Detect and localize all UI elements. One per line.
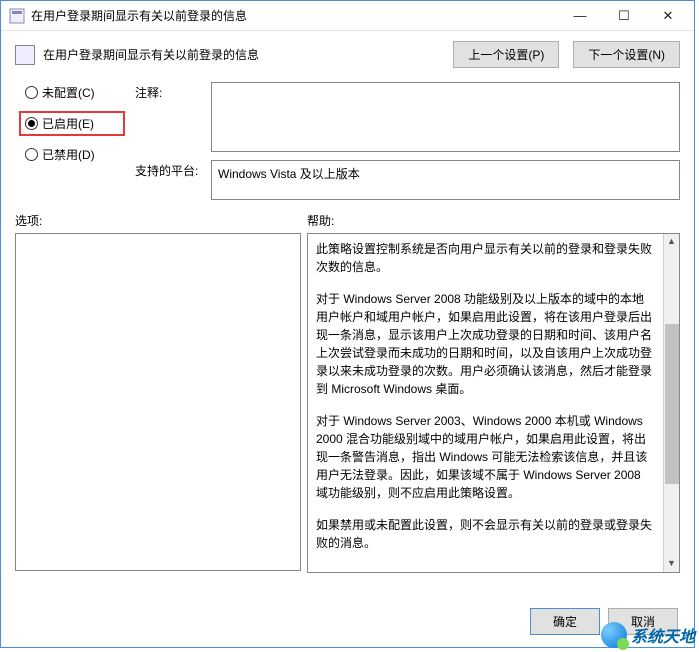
radio-not-configured[interactable]: 未配置(C) <box>25 84 125 101</box>
help-paragraph: 对于 Windows Server 2008 功能级别及以上版本的域中的本地用户… <box>316 290 653 398</box>
radio-icon <box>25 148 38 161</box>
comment-row: 注释: <box>135 82 680 152</box>
fields-column: 注释: 支持的平台: Windows Vista 及以上版本 <box>135 82 680 200</box>
help-paragraph: 此策略设置控制系统是否向用户显示有关以前的登录和登录失败次数的信息。 <box>316 240 653 276</box>
state-radio-group: 未配置(C) 已启用(E) 已禁用(D) <box>15 82 125 163</box>
help-paragraph: 如果禁用或未配置此设置，则不会显示有关以前的登录或登录失败的消息。 <box>316 516 653 552</box>
scroll-down-icon[interactable]: ▼ <box>664 556 680 572</box>
radio-enabled[interactable]: 已启用(E) <box>25 115 119 132</box>
options-box <box>15 233 301 571</box>
lower-row: 选项: 帮助: 此策略设置控制系统是否向用户显示有关以前的登录和登录失败次数的信… <box>15 212 680 573</box>
window-title: 在用户登录期间显示有关以前登录的信息 <box>31 7 558 24</box>
options-column: 选项: <box>15 212 301 573</box>
radio-label: 未配置(C) <box>42 84 95 101</box>
cancel-button[interactable]: 取消 <box>608 608 678 635</box>
help-column: 帮助: 此策略设置控制系统是否向用户显示有关以前的登录和登录失败次数的信息。 对… <box>307 212 680 573</box>
options-label: 选项: <box>15 212 301 229</box>
ok-button[interactable]: 确定 <box>530 608 600 635</box>
supported-platform-box: Windows Vista 及以上版本 <box>211 160 680 200</box>
titlebar: 在用户登录期间显示有关以前登录的信息 — ☐ ✕ <box>1 1 694 31</box>
close-button[interactable]: ✕ <box>646 2 690 30</box>
radio-label: 已启用(E) <box>42 115 94 132</box>
platform-value: Windows Vista 及以上版本 <box>218 167 360 181</box>
radio-icon <box>25 117 38 130</box>
radio-icon <box>25 86 38 99</box>
scroll-thumb[interactable] <box>665 324 679 484</box>
previous-setting-button[interactable]: 上一个设置(P) <box>453 41 559 68</box>
policy-editor-window: 在用户登录期间显示有关以前登录的信息 — ☐ ✕ 在用户登录期间显示有关以前登录… <box>0 0 695 648</box>
comment-label: 注释: <box>135 82 203 152</box>
content-area: 在用户登录期间显示有关以前登录的信息 上一个设置(P) 下一个设置(N) 未配置… <box>1 31 694 573</box>
radio-label: 已禁用(D) <box>42 146 95 163</box>
maximize-button[interactable]: ☐ <box>602 2 646 30</box>
window-controls: — ☐ ✕ <box>558 2 690 30</box>
platform-label: 支持的平台: <box>135 160 203 200</box>
next-setting-button[interactable]: 下一个设置(N) <box>573 41 680 68</box>
radio-column: 未配置(C) 已启用(E) 已禁用(D) <box>15 82 125 200</box>
enabled-highlight: 已启用(E) <box>19 111 125 136</box>
config-row: 未配置(C) 已启用(E) 已禁用(D) 注 <box>15 82 680 200</box>
platform-row: 支持的平台: Windows Vista 及以上版本 <box>135 160 680 200</box>
policy-title: 在用户登录期间显示有关以前登录的信息 <box>43 46 439 63</box>
help-paragraph: 对于 Windows Server 2003、Windows 2000 本机或 … <box>316 412 653 502</box>
minimize-button[interactable]: — <box>558 2 602 30</box>
comment-input[interactable] <box>211 82 680 152</box>
help-box: 此策略设置控制系统是否向用户显示有关以前的登录和登录失败次数的信息。 对于 Wi… <box>307 233 680 573</box>
scroll-up-icon[interactable]: ▲ <box>664 234 680 250</box>
policy-window-icon <box>9 8 25 24</box>
footer-buttons: 确定 取消 <box>530 608 678 635</box>
help-label: 帮助: <box>307 212 680 229</box>
header-row: 在用户登录期间显示有关以前登录的信息 上一个设置(P) 下一个设置(N) <box>15 41 680 68</box>
help-scrollbar[interactable]: ▲ ▼ <box>663 234 679 572</box>
radio-disabled[interactable]: 已禁用(D) <box>25 146 125 163</box>
policy-icon <box>15 45 35 65</box>
